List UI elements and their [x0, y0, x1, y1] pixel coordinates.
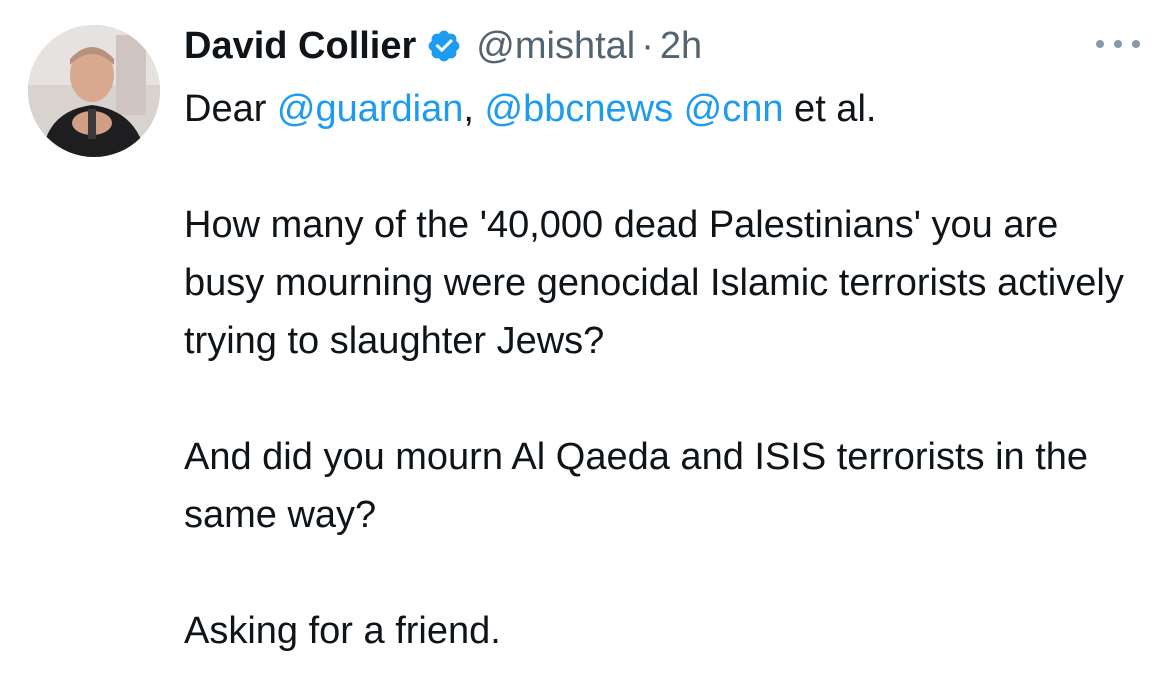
mention-guardian[interactable]: @guardian: [277, 88, 463, 130]
avatar[interactable]: [28, 25, 160, 157]
tweet-paragraph-mourn: And did you mourn Al Qaeda and ISIS terr…: [184, 436, 1089, 536]
tweet-paragraph-closing: Asking for a friend.: [184, 610, 501, 652]
profile-photo: [28, 25, 160, 157]
greeting-prefix: Dear: [184, 88, 277, 130]
user-handle[interactable]: @mishtal: [476, 22, 635, 70]
display-name[interactable]: David Collier: [184, 22, 416, 70]
dot-2: [1114, 40, 1122, 48]
tweet: David Collier @mishtal · 2h Dear @guardi…: [0, 0, 1170, 678]
tweet-text: Dear @guardian, @bbcnews @cnn et al. How…: [184, 80, 1144, 660]
more-options-icon[interactable]: [1096, 32, 1140, 56]
mention-bbcnews[interactable]: @bbcnews: [485, 88, 674, 130]
greeting-line: Dear @guardian, @bbcnews @cnn et al.: [184, 80, 1144, 138]
tweet-header: David Collier @mishtal · 2h: [184, 22, 702, 70]
dot-1: [1096, 40, 1104, 48]
verified-badge-icon: [426, 28, 462, 64]
dot-3: [1132, 40, 1140, 48]
tweet-paragraph-question: How many of the '40,000 dead Palestinian…: [184, 204, 1124, 362]
comma: ,: [463, 88, 474, 130]
mention-cnn[interactable]: @cnn: [684, 88, 784, 130]
timestamp[interactable]: 2h: [660, 22, 702, 70]
separator-dot: ·: [641, 25, 654, 67]
greeting-suffix: et al.: [783, 88, 877, 130]
